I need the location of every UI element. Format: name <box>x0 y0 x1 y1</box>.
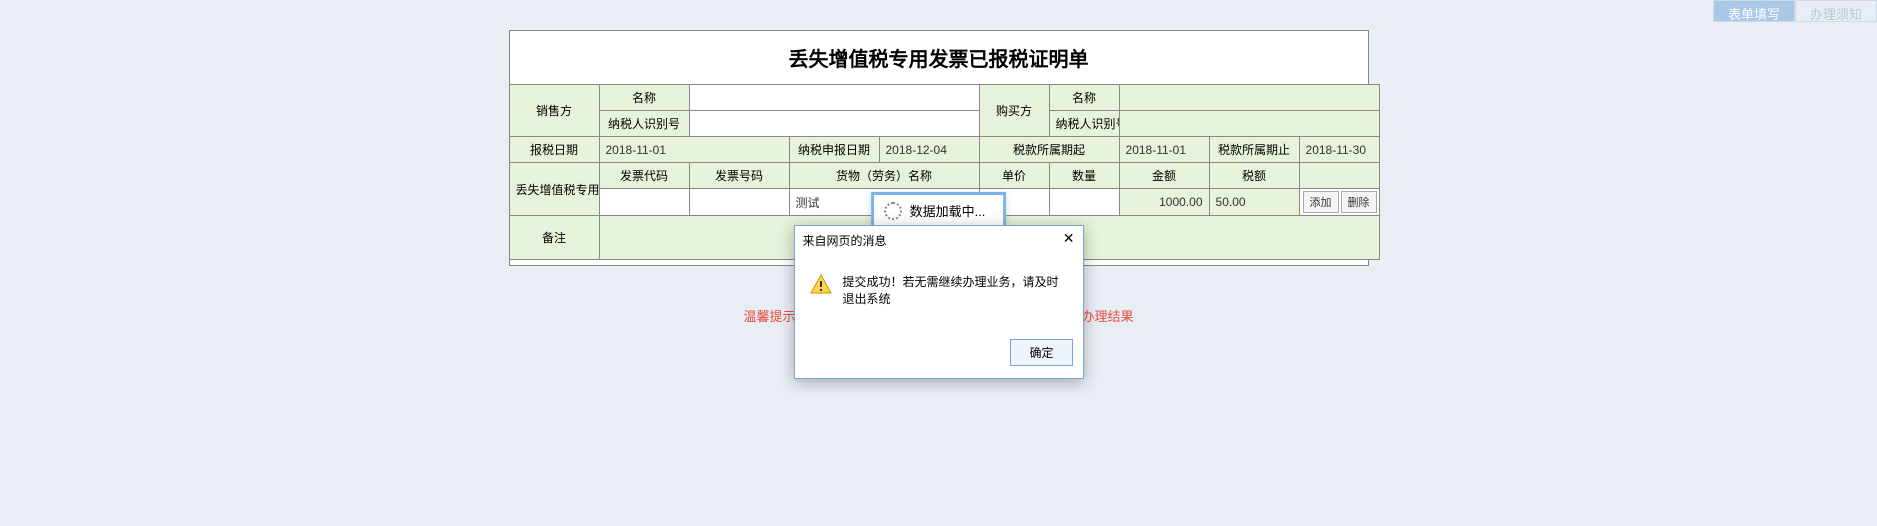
label-buyer: 购买方 <box>979 85 1049 137</box>
warning-icon <box>809 273 833 297</box>
label-buyer-name: 名称 <box>1049 85 1119 111</box>
col-qty: 数量 <box>1049 163 1119 189</box>
value-seller-name[interactable] <box>689 85 979 111</box>
col-actions <box>1299 163 1379 189</box>
dialog-footer: 确定 <box>795 331 1083 378</box>
value-period-end[interactable]: 2018-11-30 <box>1299 137 1379 163</box>
col-invoice-code: 发票代码 <box>599 163 689 189</box>
label-tax-date: 报税日期 <box>509 137 599 163</box>
delete-button[interactable]: 删除 <box>1341 191 1377 213</box>
value-declare-date[interactable]: 2018-12-04 <box>879 137 979 163</box>
loading-text: 数据加载中... <box>910 201 986 220</box>
cell-invoice-code[interactable] <box>599 189 689 216</box>
value-buyer-taxid[interactable] <box>1119 111 1379 137</box>
value-tax-date[interactable]: 2018-11-01 <box>599 137 789 163</box>
message-dialog: 来自网页的消息 ✕ 提交成功！若无需继续办理业务，请及时退出系统 确定 <box>794 225 1084 379</box>
add-button[interactable]: 添加 <box>1303 191 1339 213</box>
col-amount: 金额 <box>1119 163 1209 189</box>
col-tax: 税额 <box>1209 163 1299 189</box>
label-seller: 销售方 <box>509 85 599 137</box>
col-invoice-no: 发票号码 <box>689 163 789 189</box>
page-title: 丢失增值税专用发票已报税证明单 <box>509 30 1369 84</box>
label-seller-taxid: 纳税人识别号 <box>599 111 689 137</box>
spinner-icon <box>884 202 902 220</box>
col-goods: 货物（劳务）名称 <box>789 163 979 189</box>
cell-qty[interactable] <box>1049 189 1119 216</box>
ok-button[interactable]: 确定 <box>1010 339 1072 366</box>
close-icon[interactable]: ✕ <box>1063 232 1075 249</box>
dialog-body: 提交成功！若无需继续办理业务，请及时退出系统 <box>795 255 1083 331</box>
top-tabs: 表单填写 办理须知 <box>1713 0 1877 22</box>
tab-form-fill[interactable]: 表单填写 <box>1713 0 1795 22</box>
value-buyer-name[interactable] <box>1119 85 1379 111</box>
label-declare-date: 纳税申报日期 <box>789 137 879 163</box>
cell-amount[interactable]: 1000.00 <box>1119 189 1209 216</box>
label-seller-name: 名称 <box>599 85 689 111</box>
dialog-header: 来自网页的消息 ✕ <box>795 226 1083 255</box>
label-remark: 备注 <box>509 216 599 260</box>
tab-notice[interactable]: 办理须知 <box>1795 0 1877 22</box>
label-period-end: 税款所属期止 <box>1209 137 1299 163</box>
dialog-title-text: 来自网页的消息 <box>803 232 887 249</box>
dialog-message: 提交成功！若无需继续办理业务，请及时退出系统 <box>843 273 1069 307</box>
cell-invoice-no[interactable] <box>689 189 789 216</box>
cell-tax[interactable]: 50.00 <box>1209 189 1299 216</box>
col-unit-price: 单价 <box>979 163 1049 189</box>
label-period-start: 税款所属期起 <box>979 137 1119 163</box>
value-period-start[interactable]: 2018-11-01 <box>1119 137 1209 163</box>
cell-actions: 添加删除 <box>1299 189 1379 216</box>
value-seller-taxid[interactable] <box>689 111 979 137</box>
label-lost-invoice: 丢失增值税专用发票 <box>509 163 599 216</box>
loading-overlay: 数据加载中... <box>871 192 1007 229</box>
label-buyer-taxid: 纳税人识别号 <box>1049 111 1119 137</box>
